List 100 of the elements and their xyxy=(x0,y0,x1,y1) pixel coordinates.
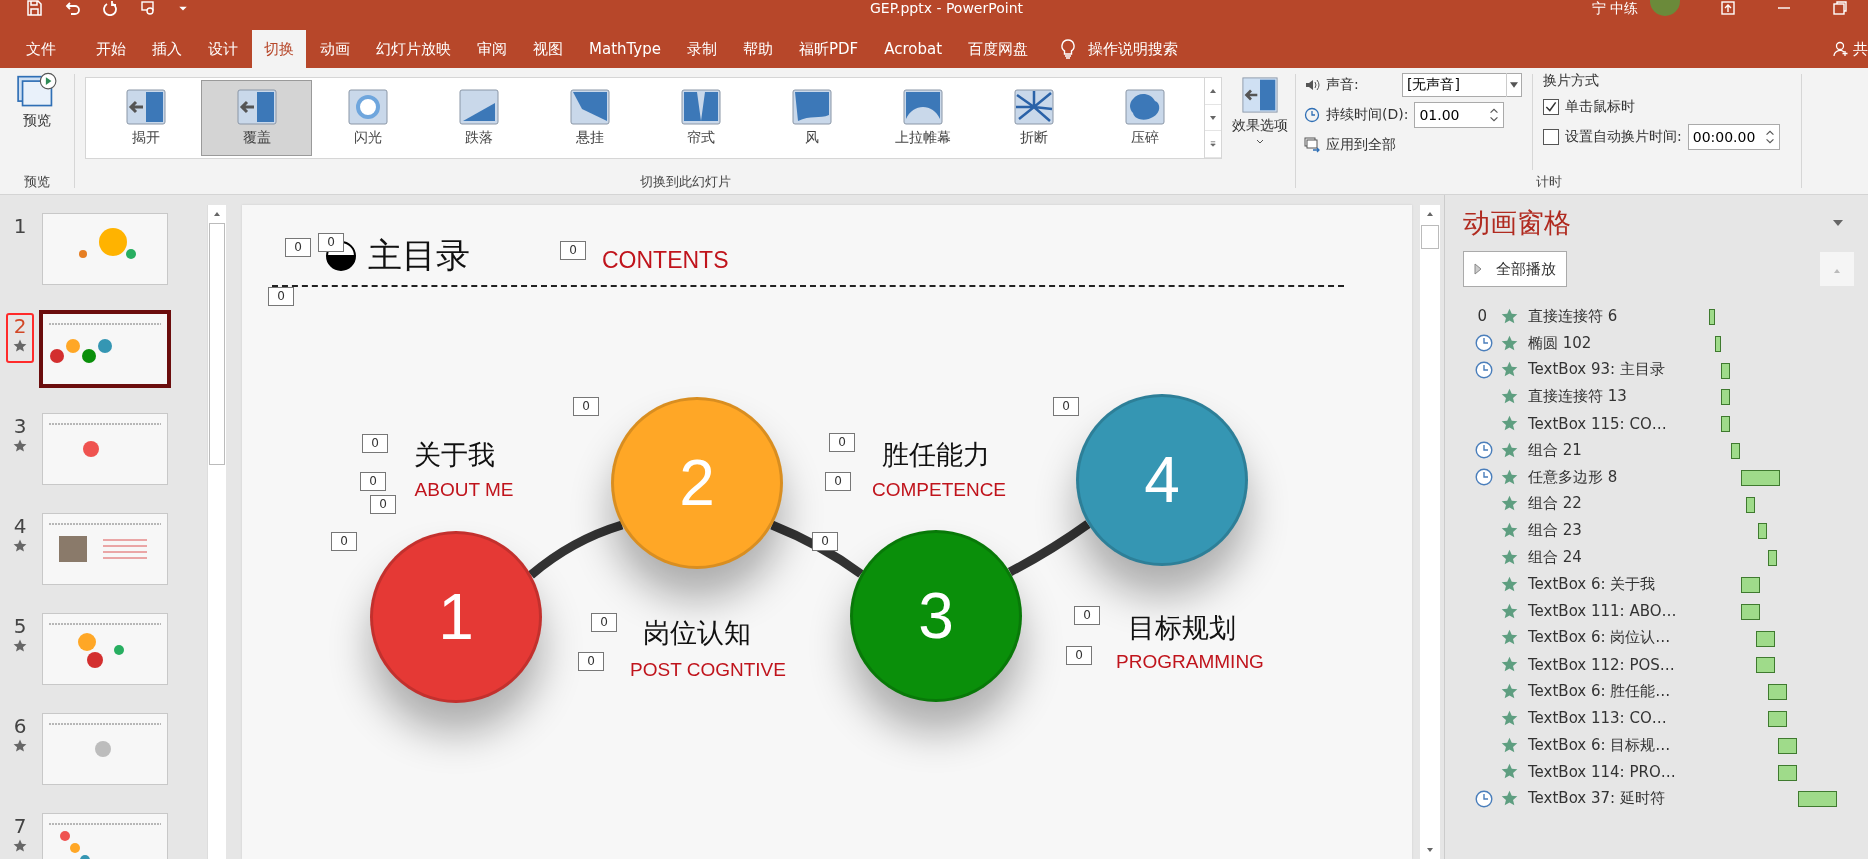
clock-icon xyxy=(1475,468,1493,487)
animation-item[interactable]: 组合 24 xyxy=(1528,548,1582,568)
step-title: 岗位认知 xyxy=(643,616,751,650)
transition-option[interactable]: 闪光 xyxy=(312,80,423,156)
ribbon-tab[interactable]: 幻灯片放映 xyxy=(364,30,463,68)
animation-order-tag[interactable]: 0 xyxy=(1074,606,1100,625)
animation-item[interactable]: TextBox 37: 延时符 xyxy=(1528,789,1665,809)
ribbon-tab[interactable]: 百度网盘 xyxy=(956,30,1041,68)
down-arrow-icon[interactable] xyxy=(1426,847,1434,853)
animation-order-tag[interactable]: 0 xyxy=(560,241,586,260)
transition-option[interactable]: 帘式 xyxy=(645,80,756,156)
up-arrow-icon[interactable] xyxy=(213,211,221,217)
share-button[interactable]: 共 xyxy=(1853,30,1868,68)
animation-order-tag[interactable]: 0 xyxy=(812,532,838,551)
animation-item[interactable]: TextBox 6: 关于我 xyxy=(1528,574,1656,594)
timing-bar xyxy=(1721,389,1730,406)
scroll-thumb[interactable] xyxy=(209,223,225,465)
ribbon-tab[interactable]: 视图 xyxy=(521,30,575,68)
ribbon-tab[interactable]: 帮助 xyxy=(731,30,785,68)
play-all-button[interactable]: 全部播放 xyxy=(1463,251,1567,287)
thumbnail-scrollbar[interactable] xyxy=(207,205,226,859)
ribbon-tab[interactable]: 插入 xyxy=(140,30,194,68)
animation-item[interactable]: 组合 21 xyxy=(1528,440,1582,460)
repeat-icon[interactable] xyxy=(102,0,118,16)
transition-option[interactable]: 压碎 xyxy=(1089,80,1200,156)
animation-item[interactable]: 直接连接符 13 xyxy=(1528,387,1627,407)
slide-scrollbar[interactable] xyxy=(1420,205,1440,859)
transition-option[interactable]: 折断 xyxy=(978,80,1089,156)
animation-item[interactable]: TextBox 6: 胜任能… xyxy=(1528,682,1671,702)
animation-order-tag[interactable]: 0 xyxy=(318,233,344,252)
restore-icon[interactable] xyxy=(1832,0,1848,16)
animation-order-tag[interactable]: 0 xyxy=(1053,397,1079,416)
animation-item[interactable]: 直接连接符 6 xyxy=(1528,306,1618,326)
tell-me-search[interactable]: 操作说明搜索 xyxy=(1088,30,1179,68)
ribbon-display-icon[interactable] xyxy=(1720,0,1736,16)
group-label: 计时 xyxy=(1535,173,1562,191)
timing-bar xyxy=(1721,416,1730,433)
step-title: 胜任能力 xyxy=(882,438,990,472)
user-name[interactable]: 宁 中练 xyxy=(1591,0,1638,16)
animation-item[interactable]: TextBox 113: CO… xyxy=(1528,709,1667,728)
animation-item[interactable]: TextBox 111: ABO… xyxy=(1528,602,1677,621)
animation-order-tag[interactable]: 0 xyxy=(360,472,386,491)
undo-icon[interactable] xyxy=(64,0,80,16)
animation-order-tag[interactable]: 0 xyxy=(370,495,396,514)
animation-order-tag[interactable]: 0 xyxy=(829,433,855,452)
animation-order-tag[interactable]: 0 xyxy=(591,613,617,632)
transition-option[interactable]: 悬挂 xyxy=(534,80,645,156)
sound-dropdown[interactable]: [无声音] xyxy=(1402,73,1522,97)
effect-options-button[interactable]: 效果选项 xyxy=(1222,77,1298,172)
after-time-spinner[interactable]: 00:00.00 xyxy=(1687,124,1780,150)
on-click-checkbox[interactable] xyxy=(1543,99,1559,115)
preview-button[interactable]: 预览 xyxy=(13,68,61,172)
ribbon-tab[interactable]: 录制 xyxy=(675,30,729,68)
animation-item[interactable]: 任意多边形 8 xyxy=(1528,467,1618,487)
save-icon[interactable] xyxy=(26,0,42,16)
on-click-label: 单击鼠标时 xyxy=(1565,98,1635,116)
ribbon-tab[interactable]: 动画 xyxy=(308,30,362,68)
animation-order-tag[interactable]: 0 xyxy=(578,652,604,671)
star-icon xyxy=(1501,602,1518,620)
slide-thumbnail[interactable] xyxy=(39,310,171,388)
animation-item[interactable]: 组合 23 xyxy=(1528,521,1582,541)
after-time-checkbox[interactable] xyxy=(1543,129,1559,145)
animation-order-tag[interactable]: 0 xyxy=(573,397,599,416)
animation-item[interactable]: TextBox 93: 主目录 xyxy=(1528,360,1665,380)
transition-option[interactable]: 揭开 xyxy=(90,80,201,156)
animation-item[interactable]: 组合 22 xyxy=(1528,494,1582,514)
ribbon-tab[interactable]: Acrobat xyxy=(872,30,955,68)
animation-item[interactable]: TextBox 115: CO… xyxy=(1528,414,1667,433)
up-arrow-icon[interactable] xyxy=(1426,211,1434,217)
star-icon xyxy=(1501,790,1518,808)
animation-item[interactable]: TextBox 6: 目标规… xyxy=(1528,735,1671,755)
transition-option[interactable]: 上拉帷幕 xyxy=(867,80,978,156)
animation-order-tag[interactable]: 0 xyxy=(268,287,294,306)
animation-item[interactable]: TextBox 6: 岗位认… xyxy=(1528,628,1671,648)
ribbon-tab[interactable]: MathType xyxy=(577,30,673,68)
timing-bar xyxy=(1741,576,1760,593)
ribbon-tab[interactable]: 文件 xyxy=(14,30,68,68)
transition-option[interactable]: 跌落 xyxy=(423,80,534,156)
ribbon-tab[interactable]: 开始 xyxy=(84,30,138,68)
animation-order-tag[interactable]: 0 xyxy=(331,532,357,551)
ribbon-tab[interactable]: 设计 xyxy=(196,30,250,68)
animation-item[interactable]: 椭圆 102 xyxy=(1528,333,1592,353)
animation-order-tag[interactable]: 0 xyxy=(825,472,851,491)
lightbulb-icon[interactable] xyxy=(1060,39,1077,59)
animation-order-tag[interactable]: 0 xyxy=(362,434,388,453)
duration-spinner[interactable]: 01.00 xyxy=(1414,102,1505,128)
pane-options-caret-icon[interactable] xyxy=(1832,219,1844,227)
ribbon-tab[interactable]: 福昕PDF xyxy=(787,30,871,68)
apply-to-all-button[interactable]: 应用到全部 xyxy=(1326,136,1396,154)
ribbon-tab[interactable]: 切换 xyxy=(252,30,306,68)
transition-option[interactable]: 覆盖 xyxy=(201,80,312,156)
ribbon-tab[interactable]: 审阅 xyxy=(465,30,519,68)
animation-order-tag[interactable]: 0 xyxy=(285,238,311,257)
transition-option[interactable]: 风 xyxy=(756,80,867,156)
share-person-icon[interactable] xyxy=(1833,41,1849,57)
presenter-icon[interactable] xyxy=(140,0,156,16)
scroll-thumb[interactable] xyxy=(1421,225,1439,249)
animation-item[interactable]: TextBox 112: POS… xyxy=(1528,655,1675,674)
animation-item[interactable]: TextBox 114: PRO… xyxy=(1528,762,1676,781)
animation-order-tag[interactable]: 0 xyxy=(1066,646,1092,665)
